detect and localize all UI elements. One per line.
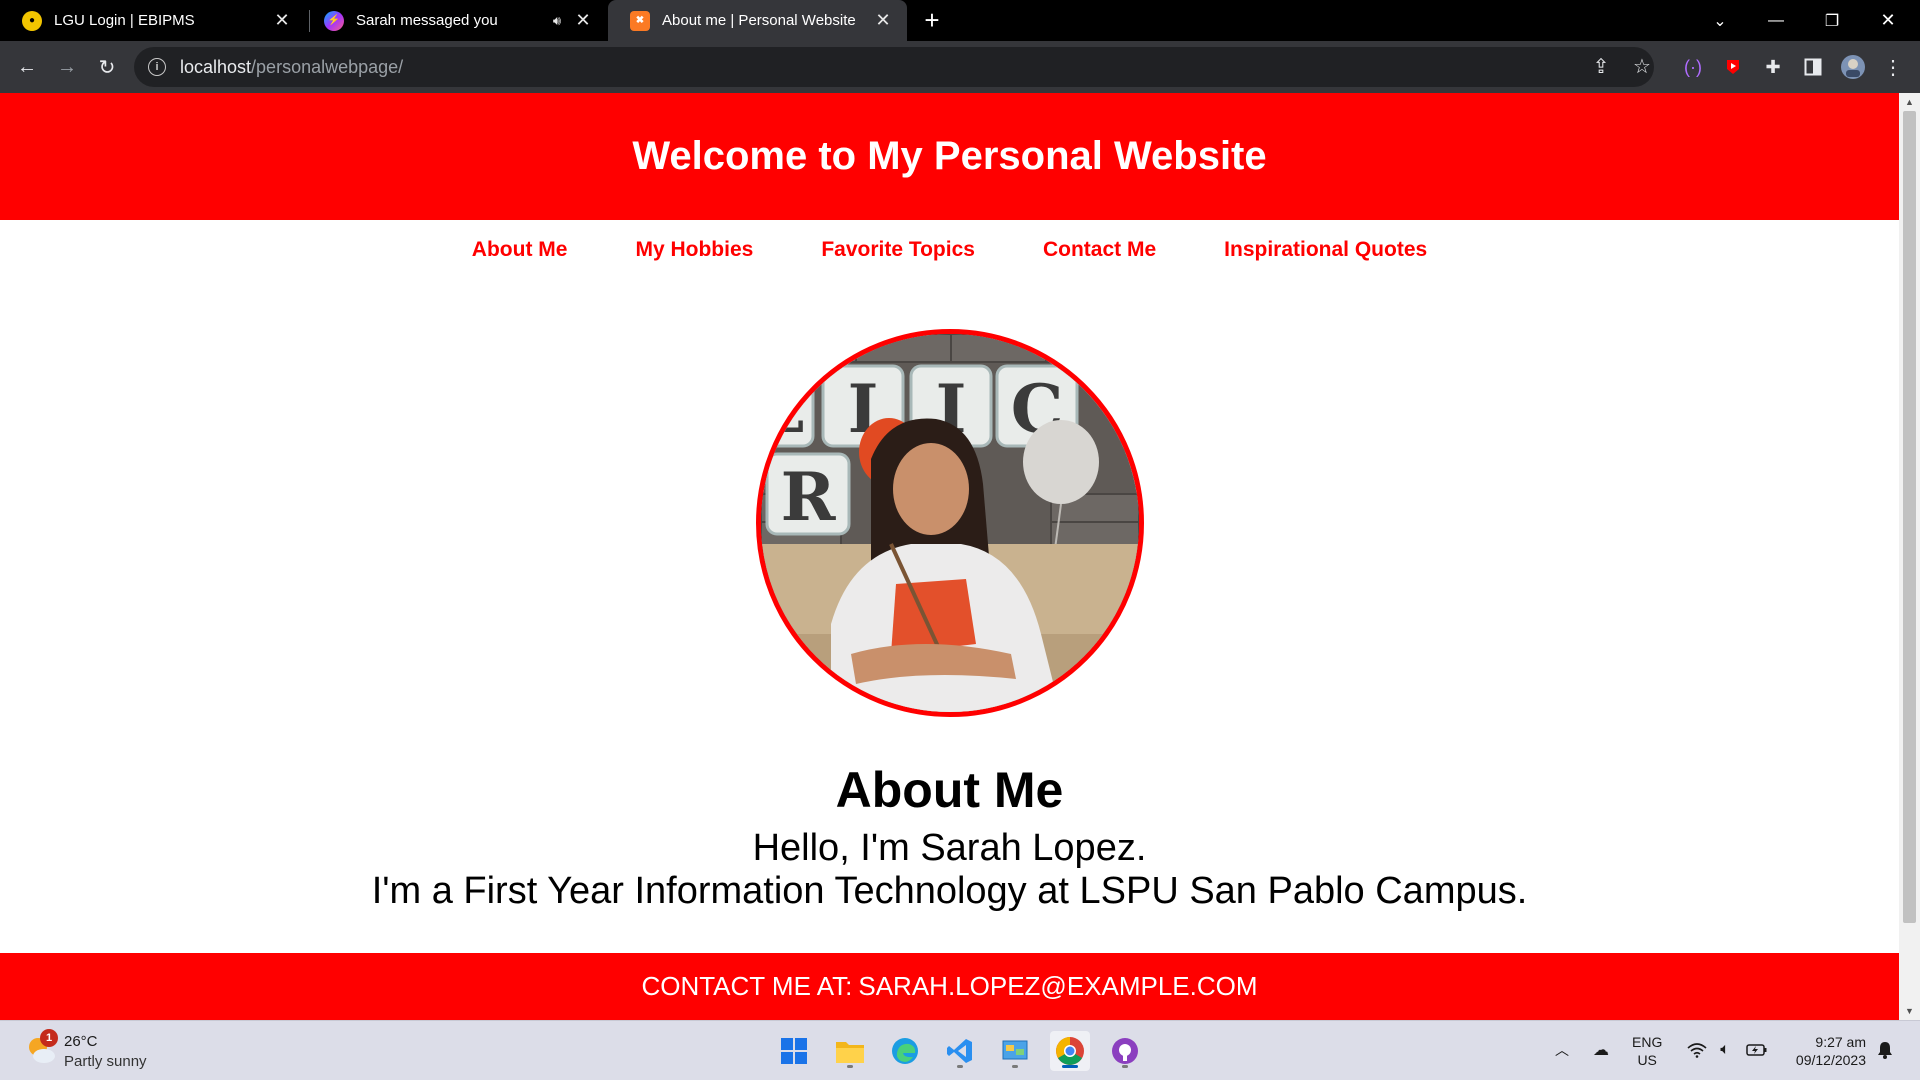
back-arrow-icon[interactable]: ←	[11, 51, 43, 83]
file-explorer-button[interactable]	[830, 1031, 870, 1071]
nav-link-my-hobbies[interactable]: My Hobbies	[635, 238, 753, 262]
tab-lgu-login[interactable]: ● LGU Login | EBIPMS ✕	[0, 0, 306, 41]
running-indicator	[847, 1065, 853, 1068]
profile-photo-illustration: E I I C R	[761, 334, 1139, 712]
tab-search-chevron-icon[interactable]: ⌄	[1692, 0, 1748, 41]
site-footer: CONTACT ME AT: SARAH.LOPEZ@EXAMPLE.COM	[0, 953, 1899, 1020]
svg-text:E: E	[761, 370, 806, 448]
github-desktop-icon	[1112, 1038, 1138, 1064]
menu-kebab-icon[interactable]: ⋮	[1878, 52, 1908, 82]
vscode-icon	[947, 1039, 972, 1063]
site-info-icon[interactable]: i	[148, 58, 166, 76]
about-greeting-text: Hello, I'm Sarah Lopez.	[752, 827, 1147, 869]
windows-logo-icon	[781, 1038, 807, 1064]
tab-title: LGU Login | EBIPMS	[54, 12, 195, 29]
page-scrollbar[interactable]: ▲ ▼	[1899, 93, 1920, 1020]
speaker-icon[interactable]: 🔊︎	[547, 11, 567, 31]
weather-notification-badge: 1	[40, 1029, 58, 1047]
xampp-icon: ✖	[630, 10, 650, 31]
clock-date: 09/12/2023	[1795, 1052, 1866, 1068]
nav-link-contact-me[interactable]: Contact Me	[1043, 238, 1156, 262]
running-indicator	[957, 1065, 963, 1068]
footer-email-link[interactable]: SARAH.LOPEZ@EXAMPLE.COM	[858, 971, 1257, 1002]
tab-messenger[interactable]: ⚡ Sarah messaged you 🔊︎ ✕	[302, 0, 607, 41]
show-hidden-icons-chevron-icon[interactable]: ︿	[1549, 1037, 1575, 1063]
scroll-down-arrow-icon[interactable]: ▼	[1899, 1002, 1920, 1020]
page-title: Welcome to My Personal Website	[632, 134, 1267, 178]
weather-temperature[interactable]: 26°C	[64, 1033, 98, 1050]
profile-photo: E I I C R	[756, 329, 1144, 717]
tab-close-icon[interactable]: ✕	[873, 10, 893, 31]
about-me-heading: About Me	[835, 762, 1064, 818]
vscode-button[interactable]	[940, 1031, 980, 1071]
folder-icon	[836, 1042, 864, 1063]
start-button[interactable]	[774, 1031, 814, 1071]
page-viewport: Welcome to My Personal Website About Me …	[0, 93, 1899, 1020]
minimize-button[interactable]: —	[1748, 0, 1804, 41]
tab-close-icon[interactable]: ✕	[573, 10, 593, 31]
tab-about-me[interactable]: ✖ About me | Personal Website ✕	[608, 0, 907, 41]
input-language-indicator[interactable]: ENG US	[1632, 1033, 1662, 1069]
url-host: localhost	[180, 56, 252, 77]
nav-link-inspirational-quotes[interactable]: Inspirational Quotes	[1224, 238, 1427, 262]
browser-tab-strip: ● LGU Login | EBIPMS ✕ ⚡ Sarah messaged …	[0, 0, 1920, 41]
close-window-button[interactable]: ✕	[1860, 0, 1916, 41]
scrollbar-thumb[interactable]	[1903, 111, 1916, 923]
browser-toolbar: ← → ↻ i localhost/personalwebpage/ ⇪ ☆ (…	[0, 41, 1920, 93]
windows-taskbar: 1 26°C Partly sunny ︿ ☁︎ ENG US 🔈︎ 9:27 …	[0, 1020, 1920, 1080]
tab-close-icon[interactable]: ✕	[272, 10, 292, 31]
control-panel-icon	[1002, 1040, 1028, 1060]
extension-broadcast-icon[interactable]: (·)	[1678, 52, 1708, 82]
share-icon[interactable]: ⇪	[1586, 51, 1616, 81]
lgu-favicon-icon: ●	[22, 10, 42, 31]
battery-charging-icon[interactable]	[1744, 1037, 1770, 1063]
volume-speaker-icon[interactable]: 🔈︎	[1712, 1037, 1738, 1063]
onedrive-cloud-icon[interactable]: ☁︎	[1588, 1037, 1614, 1063]
messenger-icon: ⚡	[324, 10, 344, 31]
address-bar[interactable]: i localhost/personalwebpage/	[134, 47, 1654, 87]
nav-link-about-me[interactable]: About Me	[472, 238, 568, 262]
running-indicator	[1062, 1065, 1078, 1068]
extensions-puzzle-icon[interactable]: ✚	[1758, 52, 1788, 82]
site-header: Welcome to My Personal Website	[0, 93, 1899, 220]
restore-button[interactable]: ❐	[1804, 0, 1860, 41]
scroll-up-arrow-icon[interactable]: ▲	[1899, 93, 1920, 111]
bookmark-star-icon[interactable]: ☆	[1627, 51, 1657, 81]
new-tab-button[interactable]: +	[918, 5, 946, 35]
extension-youtube-icon[interactable]	[1718, 52, 1748, 82]
notification-bell-icon[interactable]	[1872, 1037, 1898, 1063]
site-navigation: About Me My Hobbies Favorite Topics Cont…	[0, 220, 1899, 280]
github-desktop-button[interactable]	[1105, 1031, 1145, 1071]
chrome-button[interactable]	[1050, 1031, 1090, 1071]
weather-description[interactable]: Partly sunny	[64, 1053, 147, 1070]
wifi-icon[interactable]	[1684, 1037, 1710, 1063]
profile-avatar[interactable]	[1838, 52, 1868, 82]
forward-arrow-icon[interactable]: →	[51, 51, 83, 83]
reload-icon[interactable]: ↻	[91, 51, 123, 83]
control-panel-button[interactable]	[995, 1031, 1035, 1071]
language-code: ENG	[1632, 1034, 1663, 1050]
language-region: US	[1637, 1052, 1657, 1068]
tab-title: About me | Personal Website	[662, 12, 856, 29]
nav-link-favorite-topics[interactable]: Favorite Topics	[821, 238, 975, 262]
svg-text:R: R	[781, 458, 837, 536]
tab-title: Sarah messaged you	[356, 12, 498, 29]
running-indicator	[1012, 1065, 1018, 1068]
edge-icon	[892, 1038, 918, 1064]
clock-time: 9:27 am	[1815, 1034, 1866, 1050]
system-clock[interactable]: 9:27 am 09/12/2023	[1784, 1033, 1866, 1069]
edge-button[interactable]	[885, 1031, 925, 1071]
chrome-icon	[1056, 1037, 1084, 1065]
about-description-text: I'm a First Year Information Technology …	[371, 870, 1528, 912]
url-path: /personalwebpage/	[251, 56, 404, 77]
footer-contact-label: CONTACT ME AT:	[641, 971, 853, 1001]
side-panel-icon[interactable]	[1798, 52, 1828, 82]
running-indicator	[1122, 1065, 1128, 1068]
